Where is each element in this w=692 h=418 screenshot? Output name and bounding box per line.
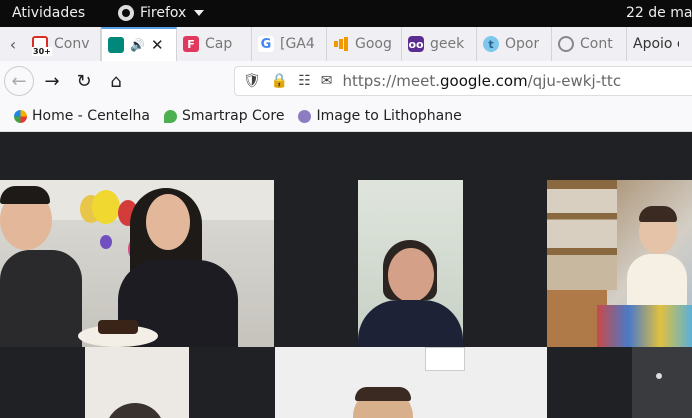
tab-analytics[interactable]: Goog xyxy=(327,27,402,61)
wall-frame xyxy=(425,347,465,371)
analytics-icon xyxy=(333,36,349,52)
bookmark-lithophane[interactable]: Image to Lithophane xyxy=(298,108,462,124)
app-menu-label: Firefox xyxy=(140,5,187,21)
person-shirt xyxy=(0,250,82,347)
cake xyxy=(98,320,138,334)
tab-apoio[interactable]: Apoio e xyxy=(627,27,685,61)
person-hair xyxy=(355,387,411,401)
tab-ga4[interactable]: G [GA4 xyxy=(252,27,327,61)
forward-button[interactable]: → xyxy=(36,65,68,97)
url-bar[interactable]: 🛡 🔒 ☷ ✉ https://meet.google.com/qju-ewkj… xyxy=(234,66,692,96)
video-tile[interactable] xyxy=(85,347,189,418)
app-menu[interactable]: Firefox xyxy=(118,5,205,21)
tab-label: Apoio e xyxy=(633,36,679,52)
arrow-right-icon: → xyxy=(44,70,60,92)
system-top-bar: Atividades Firefox 22 de mar xyxy=(0,0,692,27)
bookmark-smartrap[interactable]: Smartrap Core xyxy=(164,108,284,124)
tab-label: Opor xyxy=(505,36,540,52)
cap-icon: F xyxy=(183,36,199,52)
shield-icon[interactable]: 🛡 xyxy=(243,73,261,89)
tab-scroll-left-button[interactable]: ‹ xyxy=(0,27,26,61)
lithophane-icon xyxy=(298,109,312,123)
tab-label: geek xyxy=(430,36,465,52)
video-tile[interactable] xyxy=(358,180,463,347)
tab-label: Cap xyxy=(205,36,233,52)
tab-cap[interactable]: F Cap xyxy=(177,27,252,61)
toy-blanket xyxy=(597,305,692,347)
tab-cont[interactable]: Cont xyxy=(552,27,627,61)
person-face xyxy=(388,248,434,302)
tab-meet-active[interactable]: 🔊 ✕ xyxy=(101,27,177,61)
balloon xyxy=(100,235,112,249)
bookshelf xyxy=(547,180,617,290)
tab-label: Conv xyxy=(54,36,90,52)
bookmark-centelha[interactable]: Home - Centelha xyxy=(14,108,150,124)
balloon xyxy=(92,190,120,224)
tab-geek[interactable]: oo geek xyxy=(402,27,477,61)
home-button[interactable]: ⌂ xyxy=(100,65,132,97)
bookmark-label: Home - Centelha xyxy=(32,108,151,124)
reload-icon: ↻ xyxy=(76,70,92,92)
gmail-icon: 30+ xyxy=(32,36,52,56)
url-text[interactable]: https://meet.google.com/qju-ewkj-ttc xyxy=(343,72,622,90)
permissions-icon[interactable]: ☷ xyxy=(298,73,311,89)
home-icon: ⌂ xyxy=(110,70,122,92)
google-icon: G xyxy=(258,36,274,52)
caret-down-icon xyxy=(194,10,205,16)
reload-button[interactable]: ↻ xyxy=(68,65,100,97)
person-hair xyxy=(105,403,165,418)
video-tile[interactable] xyxy=(632,347,692,418)
leaf-icon xyxy=(164,109,178,123)
activities-button[interactable]: Atividades xyxy=(12,5,85,21)
meet-icon xyxy=(108,37,124,53)
camera-dot xyxy=(656,373,662,379)
chevron-left-icon: ‹ xyxy=(9,34,17,54)
back-button[interactable]: ← xyxy=(4,66,34,96)
arrow-left-icon: ← xyxy=(11,70,27,92)
geek-icon: oo xyxy=(408,36,424,52)
speaker-icon[interactable]: 🔊 xyxy=(130,38,145,52)
person-hair xyxy=(0,186,50,204)
close-tab-icon[interactable]: ✕ xyxy=(151,36,164,54)
tab-opor[interactable]: t Opor xyxy=(477,27,552,61)
meet-video-grid xyxy=(0,132,692,418)
bookmark-label: Image to Lithophane xyxy=(316,108,462,124)
bookmarks-toolbar: Home - Centelha Smartrap Core Image to L… xyxy=(0,101,692,132)
firefox-icon xyxy=(118,5,134,21)
centelha-icon xyxy=(14,109,27,123)
clock[interactable]: 22 de mar xyxy=(626,5,692,21)
lock-icon[interactable]: 🔒 xyxy=(271,73,288,89)
t-icon: t xyxy=(483,36,499,52)
unread-badge: 30+ xyxy=(32,47,52,56)
navigation-toolbar: ← → ↻ ⌂ 🛡 🔒 ☷ ✉ https://meet.google.com/… xyxy=(0,61,692,101)
person-face xyxy=(146,194,190,250)
video-tile[interactable] xyxy=(0,180,274,347)
tab-strip: ‹ 30+ Conv 🔊 ✕ F Cap G [GA4 Goog oo geek… xyxy=(0,27,692,61)
globe-icon xyxy=(558,36,574,52)
tab-gmail[interactable]: 30+ Conv xyxy=(26,27,101,61)
bookmark-label: Smartrap Core xyxy=(182,108,285,124)
video-tile[interactable] xyxy=(275,347,547,418)
tab-label: Cont xyxy=(580,36,613,52)
person-hair xyxy=(639,206,677,222)
video-tile[interactable] xyxy=(547,180,692,347)
tab-label: Goog xyxy=(355,36,392,52)
tab-label: [GA4 xyxy=(280,36,315,52)
reader-icon[interactable]: ✉ xyxy=(321,73,333,89)
